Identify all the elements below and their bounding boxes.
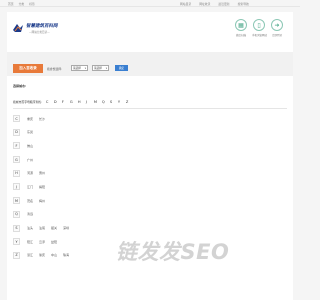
city-link[interactable]: 河源 — [27, 171, 33, 175]
row-letter: F — [13, 142, 20, 150]
chevron-down-icon: ▾ — [105, 67, 107, 70]
city-link[interactable]: 深圳 — [63, 226, 69, 230]
mobile-view-label: 手机浏览网站 — [252, 34, 268, 37]
top-bar: 首页 分类 标签 网站目录 网址收录 最近更新 搜索导航 — [0, 0, 300, 7]
logo-title: 智慧建筑百科网 — [26, 24, 58, 29]
province-filter-label: 按省份选择: — [47, 67, 62, 71]
city-select-value: 请选择 — [94, 67, 102, 70]
city-link[interactable]: 益阳 — [51, 240, 57, 244]
top-link-category[interactable]: 分类 — [19, 2, 25, 6]
city-link[interactable]: 重庆 — [27, 117, 33, 121]
city-row: Q 清远 — [13, 209, 287, 223]
city-select[interactable]: 请选择 ▾ — [92, 65, 109, 71]
top-link-tags[interactable]: 标签 — [29, 2, 35, 6]
section-title: 选择城市: — [13, 84, 27, 88]
row-letter: H — [13, 169, 20, 177]
top-link-latest[interactable]: 最近更新 — [218, 2, 229, 6]
wechat-scan-label: 微信扫描 — [235, 34, 246, 37]
city-link[interactable]: 汕头 — [27, 226, 33, 230]
city-link[interactable]: 江门 — [27, 185, 33, 189]
confirm-button[interactable]: 确定 — [115, 65, 128, 71]
city-link[interactable]: 茂名 — [27, 199, 33, 203]
city-link[interactable]: 肇庆 — [39, 253, 45, 257]
city-row: H 河源 惠州 — [13, 168, 287, 182]
city-row: M 茂名 梅州 — [13, 195, 287, 209]
letter-link[interactable]: J — [86, 100, 94, 104]
top-link-directory[interactable]: 网站目录 — [180, 2, 191, 6]
row-letter: S — [13, 224, 20, 232]
letter-link[interactable]: D — [54, 100, 62, 104]
city-row: C 重庆 长沙 — [13, 113, 287, 127]
city-link[interactable]: 阳江 — [27, 240, 33, 244]
top-link-search-nav[interactable]: 搜索导航 — [238, 2, 249, 6]
wechat-scan-button[interactable]: ▦ 微信扫描 — [234, 19, 248, 37]
city-link[interactable]: 汕尾 — [39, 226, 45, 230]
city-row: G 广州 — [13, 154, 287, 168]
city-link[interactable]: 梅州 — [39, 199, 45, 203]
city-link[interactable]: 东莞 — [27, 130, 33, 134]
site-logo[interactable]: 智慧建筑百科网 —网站分类目录— — [12, 19, 72, 39]
city-link[interactable]: 清远 — [27, 212, 33, 216]
city-link[interactable]: 佛山 — [27, 144, 33, 148]
row-letter: G — [13, 156, 20, 164]
join-button[interactable]: 加入百收录 — [13, 64, 43, 73]
letter-index: 按城市首字母顺序查找: C D F G H J M Q S Y Z — [13, 100, 134, 104]
top-link-submit[interactable]: 网址收录 — [199, 2, 210, 6]
city-link[interactable]: 长沙 — [39, 117, 45, 121]
row-letter: Z — [13, 251, 20, 259]
logo-subtitle: —网站分类目录— — [29, 31, 50, 34]
top-left-links: 首页 分类 标签 — [8, 2, 35, 6]
mobile-icon: ▯ — [253, 19, 265, 31]
city-link[interactable]: 惠州 — [39, 171, 45, 175]
province-select[interactable]: 请选择 ▾ — [71, 65, 88, 71]
visit-now-button[interactable]: ➜ 立即到访 — [270, 19, 284, 37]
visit-now-label: 立即到访 — [271, 34, 282, 37]
letter-link[interactable]: Y — [118, 100, 126, 104]
logo-mark-icon — [13, 24, 23, 32]
top-right-links: 网站目录 网址收录 最近更新 搜索导航 — [180, 2, 249, 6]
city-link[interactable]: 韶关 — [51, 226, 57, 230]
row-letter: Q — [13, 210, 20, 218]
row-letter: Y — [13, 238, 20, 246]
row-letter: J — [13, 183, 20, 191]
watermark: 链发发SEO — [116, 240, 230, 264]
city-row: S 汕头 汕尾 韶关 深圳 — [13, 223, 287, 237]
city-row: J 江门 揭阳 — [13, 181, 287, 195]
letter-link[interactable]: F — [62, 100, 70, 104]
city-link[interactable]: 揭阳 — [39, 185, 45, 189]
city-row: F 佛山 — [13, 140, 287, 154]
letter-link[interactable]: H — [78, 100, 86, 104]
row-letter: C — [13, 115, 20, 122]
letter-link[interactable]: G — [70, 100, 78, 104]
city-link[interactable]: 珠海 — [63, 253, 69, 257]
letter-link[interactable]: Z — [126, 100, 134, 104]
row-letter: D — [13, 128, 20, 136]
filter-bar: 加入百收录 按省份选择: 请选择 ▾ 请选择 ▾ 确定 — [7, 52, 293, 76]
divider — [13, 108, 287, 109]
letter-link[interactable]: Q — [102, 100, 110, 104]
top-link-home[interactable]: 首页 — [8, 2, 14, 6]
mobile-view-button[interactable]: ▯ 手机浏览网站 — [252, 19, 268, 37]
city-link[interactable]: 湛江 — [27, 253, 33, 257]
arrow-icon: ➜ — [271, 19, 283, 31]
chevron-down-icon: ▾ — [84, 67, 86, 70]
city-row: D 东莞 — [13, 127, 287, 141]
letter-link[interactable]: M — [94, 100, 102, 104]
province-select-value: 请选择 — [73, 67, 81, 70]
city-link[interactable]: 中山 — [51, 253, 57, 257]
city-link[interactable]: 云浮 — [39, 240, 45, 244]
letter-link[interactable]: C — [46, 100, 54, 104]
city-link[interactable]: 广州 — [27, 158, 33, 162]
row-letter: M — [13, 197, 20, 205]
qr-icon: ▦ — [235, 19, 247, 31]
letter-link[interactable]: S — [110, 100, 118, 104]
letter-index-label: 按城市首字母顺序查找: — [13, 100, 42, 104]
